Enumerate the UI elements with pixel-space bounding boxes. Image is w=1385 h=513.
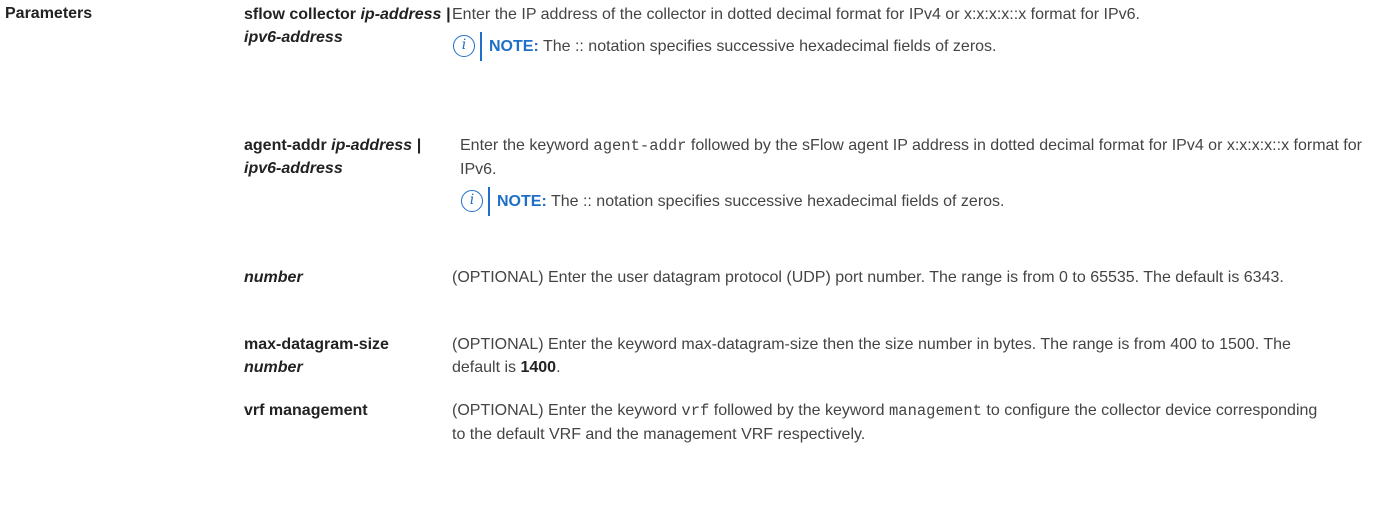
description-text: (OPTIONAL) Enter the user datagram proto… [452,269,1284,286]
note-label: NOTE: [489,38,539,55]
description-text: (OPTIONAL) Enter the keyword max-datagra… [452,333,1342,379]
note-callout: i NOTE: The :: notation specifies succes… [460,187,1370,216]
term-keyword: agent-addr [244,137,332,154]
note-divider [488,187,490,216]
desc-text: (OPTIONAL) Enter the keyword [452,402,682,419]
param-term: max-datagram-size number [244,333,394,379]
code-vrf: vrf [681,402,710,420]
description-text: Enter the keyword agent-addr followed by… [460,134,1370,181]
info-icon: i [461,190,483,212]
param-description: Enter the IP address of the collector in… [452,3,1362,61]
note-divider [480,32,482,61]
param-term: agent-addr ip-address | ipv6-address [244,134,452,180]
param-row-agent-addr: agent-addr ip-address | ipv6-address Ent… [244,134,1370,216]
code-agent-addr: agent-addr [593,137,687,155]
term-keyword: vrf management [244,402,368,419]
desc-text: Enter the keyword [460,137,594,154]
desc-text: . [556,359,561,376]
term-variable: number [244,269,303,286]
section-label: Parameters [5,5,93,22]
info-icon: i [453,35,475,57]
desc-text: (OPTIONAL) Enter the keyword max-datagra… [452,336,1291,376]
description-text: Enter the IP address of the collector in… [452,6,1140,23]
param-row-number: number (OPTIONAL) Enter the user datagra… [244,266,1342,289]
note-body: NOTE: The :: notation specifies successi… [497,187,1005,216]
note-text: The :: notation specifies successive hex… [538,38,997,55]
description-text: (OPTIONAL) Enter the keyword vrf followe… [452,399,1332,446]
param-description: Enter the keyword agent-addr followed by… [460,134,1370,216]
code-management: management [888,402,982,420]
term-keyword: max-datagram-size [244,336,389,353]
note-body: NOTE: The :: notation specifies successi… [489,32,997,61]
param-row-vrf-management: vrf management (OPTIONAL) Enter the keyw… [244,399,1332,446]
default-value: 1400 [520,359,557,376]
param-row-sflow-collector: sflow collector ip-address | ipv6-addres… [244,3,1362,61]
note-callout: i NOTE: The :: notation specifies succes… [452,32,1362,61]
param-description: (OPTIONAL) Enter the user datagram proto… [452,266,1342,289]
param-description: (OPTIONAL) Enter the keyword max-datagra… [452,333,1342,379]
term-keyword: sflow collector [244,6,361,23]
param-description: (OPTIONAL) Enter the keyword vrf followe… [452,399,1332,446]
param-row-max-datagram-size: max-datagram-size number (OPTIONAL) Ente… [244,333,1342,379]
param-term: number [244,266,452,289]
note-text: The :: notation specifies successive hex… [546,193,1005,210]
note-label: NOTE: [497,193,547,210]
param-term: sflow collector ip-address | ipv6-addres… [244,3,452,49]
desc-text: followed by the keyword [709,402,889,419]
term-variable: number [244,359,303,376]
param-term: vrf management [244,399,452,422]
